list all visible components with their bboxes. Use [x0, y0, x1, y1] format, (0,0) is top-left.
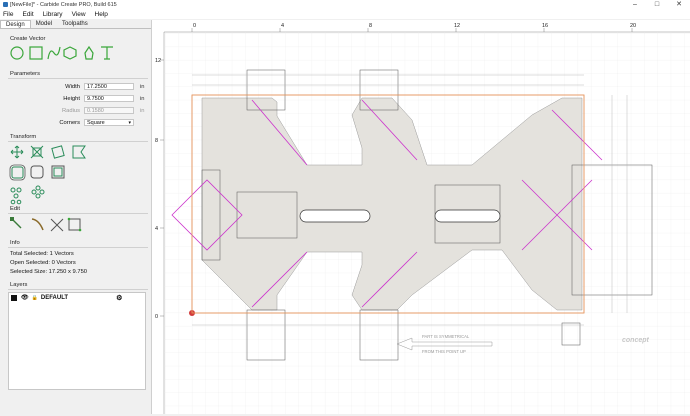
width-row: Width 17.2500 in	[50, 83, 146, 90]
chevron-down-icon: ▾	[128, 120, 131, 126]
menu-edit[interactable]: Edit	[22, 11, 33, 18]
polygon-tool-icon[interactable]	[63, 46, 77, 60]
edit-toolbar	[10, 217, 82, 232]
top-ruler	[152, 20, 690, 32]
ruler-label: 12	[155, 58, 161, 64]
left-ruler	[152, 20, 164, 414]
divider	[8, 141, 148, 142]
info-heading: Info	[10, 240, 20, 246]
height-label: Height	[63, 95, 80, 102]
circle-tool-icon[interactable]	[10, 46, 24, 60]
open-selected: Open Selected: 0 Vectors	[10, 260, 76, 266]
canvas-svg: 0 4 8 12 16 20 12 8 4 0 PART IS SYMMETRI…	[152, 20, 690, 414]
ruler-label: 0	[193, 23, 196, 29]
corners-label: Corners	[59, 119, 80, 126]
text-tool-icon[interactable]	[101, 46, 113, 60]
ruler-label: 4	[281, 23, 284, 29]
create-vector-toolbar	[10, 45, 113, 60]
tab-toolpaths[interactable]: Toolpaths	[57, 20, 93, 28]
note-line: PART IS SYMMETRICAL	[422, 334, 470, 339]
create-vector-heading: Create Vector	[10, 36, 46, 42]
transform-toolbar	[9, 145, 86, 205]
width-field[interactable]: 17.2500	[84, 83, 134, 90]
join-icon[interactable]	[67, 217, 82, 232]
layer-name: DEFAULT	[40, 294, 69, 301]
left-panel: Design Model Toolpaths Create Vector Par…	[0, 20, 152, 414]
star-tool-icon[interactable]	[84, 45, 94, 60]
logo-text: concept	[622, 337, 650, 344]
ruler-label: 4	[155, 226, 158, 232]
menu-help[interactable]: Help	[95, 11, 108, 18]
offset-icon[interactable]	[9, 164, 26, 181]
design-canvas[interactable]: 0 4 8 12 16 20 12 8 4 0 PART IS SYMMETRI…	[152, 20, 690, 414]
ruler-label: 0	[155, 314, 158, 320]
corners-row: Corners Square ▾	[50, 119, 146, 126]
array-icon[interactable]	[10, 199, 22, 205]
ruler-label: 16	[542, 23, 548, 29]
rectangle-tool-icon[interactable]	[29, 46, 43, 60]
height-field[interactable]: 9.7500	[84, 95, 134, 102]
move-icon[interactable]	[10, 145, 24, 159]
title-bar: [NewFile]* - Carbide Create PRO, Build 6…	[0, 0, 690, 9]
node-edit-icon[interactable]	[10, 217, 22, 229]
height-unit: in	[140, 95, 145, 102]
ruler-label: 8	[155, 138, 158, 144]
align-left-icon[interactable]	[10, 187, 22, 199]
radius-unit: in	[140, 107, 145, 114]
width-label: Width	[65, 83, 80, 90]
divider	[8, 213, 148, 214]
divider	[8, 289, 148, 290]
ruler-label: 8	[369, 23, 372, 29]
menu-bar: File Edit Library View Help	[0, 9, 690, 19]
menu-library[interactable]: Library	[43, 11, 63, 18]
eye-icon[interactable]: 👁	[21, 294, 29, 301]
ruler-label: 12	[454, 23, 460, 29]
curve-tool-icon[interactable]	[47, 46, 61, 60]
minimize-icon[interactable]: –	[624, 0, 646, 9]
radius-field[interactable]: 0.1580	[84, 107, 134, 114]
close-icon[interactable]: ✕	[668, 0, 690, 9]
radius-row: Radius 0.1580 in	[50, 107, 146, 114]
selected-size: Selected Size: 17.250 x 9.750	[10, 269, 88, 275]
divider	[8, 247, 148, 248]
parameters-heading: Parameters	[10, 71, 40, 77]
fillet-icon[interactable]	[30, 165, 44, 179]
menu-file[interactable]: File	[3, 11, 13, 18]
divider	[8, 78, 148, 79]
rotate-icon[interactable]	[51, 145, 65, 159]
group-icon[interactable]	[51, 165, 65, 179]
note-line: FROM THIS POINT UP	[422, 349, 466, 354]
tab-design[interactable]: Design	[0, 20, 31, 28]
transform-heading: Transform	[10, 134, 37, 140]
height-row: Height 9.7500 in	[50, 95, 146, 102]
mirror-icon[interactable]	[72, 145, 86, 159]
window-controls: – □ ✕	[624, 0, 690, 9]
slot[interactable]	[299, 209, 371, 223]
window-title: [NewFile]* - Carbide Create PRO, Build 6…	[10, 1, 117, 8]
align-center-icon[interactable]	[31, 185, 45, 199]
layer-color-swatch[interactable]	[11, 294, 17, 301]
layer-row[interactable]: 👁 🔒 DEFAULT ⚙	[9, 293, 145, 302]
corners-select[interactable]: Square ▾	[84, 119, 134, 126]
app-icon	[3, 2, 8, 7]
panel-tabs: Design Model Toolpaths	[0, 20, 151, 29]
menu-view[interactable]: View	[72, 11, 86, 18]
ruler-label: 20	[630, 23, 636, 29]
scale-icon[interactable]	[30, 145, 44, 159]
radius-label: Radius	[61, 107, 80, 114]
trim-icon[interactable]	[50, 218, 64, 232]
corners-value: Square	[87, 120, 105, 126]
part-outline[interactable]	[201, 97, 583, 311]
tab-model[interactable]: Model	[31, 20, 57, 28]
layers-list: 👁 🔒 DEFAULT ⚙	[8, 292, 146, 390]
slot[interactable]	[434, 209, 501, 223]
width-unit: in	[140, 83, 145, 90]
lock-icon[interactable]: 🔒	[32, 295, 38, 301]
gear-icon[interactable]: ⚙	[116, 294, 122, 302]
edit-heading: Edit	[10, 206, 20, 212]
total-selected: Total Selected: 1 Vectors	[10, 251, 74, 257]
layers-heading: Layers	[10, 282, 28, 288]
maximize-icon[interactable]: □	[646, 0, 668, 9]
knife-icon[interactable]	[31, 218, 44, 231]
